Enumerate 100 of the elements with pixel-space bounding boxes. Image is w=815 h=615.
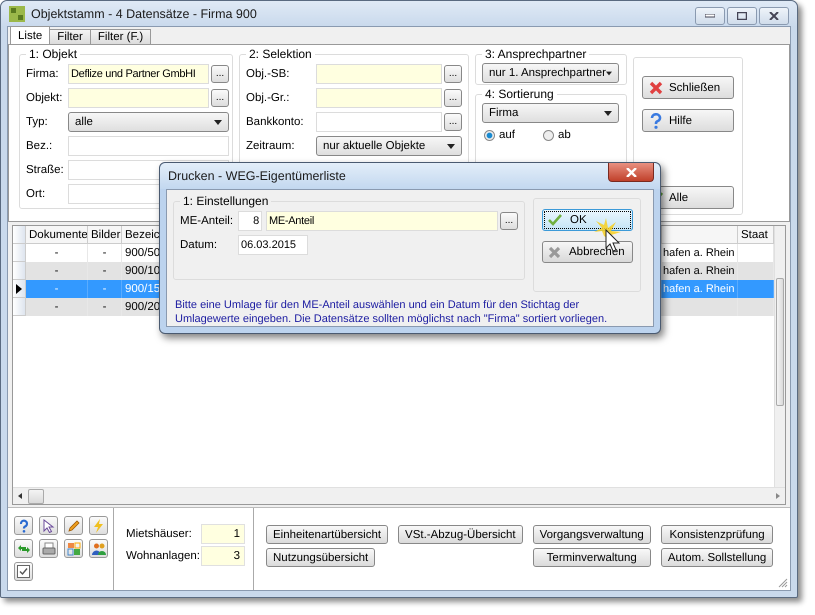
browse-button[interactable]: ...: [211, 65, 229, 83]
check-icon: [548, 214, 562, 226]
report-button[interactable]: Nutzungsübersicht: [266, 548, 376, 567]
row-header[interactable]: [13, 280, 26, 298]
browse-button[interactable]: ...: [444, 89, 462, 107]
people-button[interactable]: [89, 539, 108, 558]
help-button[interactable]: Hilfe: [642, 109, 734, 132]
report-button[interactable]: Terminverwaltung: [532, 548, 651, 567]
scroll-left-icon: [18, 493, 22, 499]
input-field[interactable]: Deflize und Partner GmbHI: [68, 64, 209, 84]
report-button[interactable]: Vorgangsverwaltung: [532, 525, 651, 544]
dialog-title: Drucken - WEG-Eigentümerliste: [168, 169, 347, 183]
field-label: Datum:: [180, 239, 218, 251]
field-label: Bez.:: [26, 140, 54, 152]
maximize-button[interactable]: [727, 7, 757, 25]
number-field[interactable]: 8: [238, 211, 262, 231]
caret-icon: [606, 70, 612, 76]
table-cell: hafen a. Rhein: [663, 283, 735, 295]
input-field[interactable]: [316, 112, 442, 132]
printer-icon: [42, 542, 56, 556]
tab[interactable]: Filter (F.): [90, 29, 152, 44]
column-header[interactable]: [662, 226, 738, 244]
group-title: 2: Selektion: [248, 47, 313, 61]
input-field[interactable]: [68, 88, 209, 108]
cross-icon: [548, 246, 561, 258]
table-cell: -: [102, 301, 106, 313]
horizontal-scrollbar[interactable]: [13, 487, 785, 504]
sort-radio[interactable]: auf: [484, 129, 515, 141]
table-cell: -: [102, 247, 106, 259]
column-header[interactable]: Bilder: [88, 226, 122, 244]
pencil-icon: [66, 518, 80, 532]
layout-button[interactable]: [64, 539, 83, 558]
help-button[interactable]: [14, 516, 33, 535]
table-cell: -: [54, 247, 58, 259]
table-cell: -: [54, 283, 58, 295]
browse-button[interactable]: ...: [211, 89, 229, 107]
field-label: Typ:: [26, 116, 49, 128]
cancel-button[interactable]: Abbrechen: [542, 241, 633, 263]
browse-button[interactable]: ...: [444, 113, 462, 131]
dropdown[interactable]: alle: [68, 112, 229, 132]
input-field[interactable]: [316, 64, 442, 84]
checkbox-icon: [17, 565, 30, 578]
close-button[interactable]: [759, 7, 789, 25]
table-cell: hafen a. Rhein: [663, 247, 735, 259]
pencil-button[interactable]: [64, 516, 83, 535]
close-button[interactable]: [608, 163, 654, 182]
lightning-button[interactable]: [89, 516, 108, 535]
browse-button[interactable]: ...: [444, 65, 462, 83]
date-field[interactable]: 06.03.2015: [238, 235, 308, 255]
caret-icon: [604, 110, 612, 116]
group-title: 1: Objekt: [28, 47, 78, 61]
checkbox-button[interactable]: [14, 562, 33, 581]
table-cell: 900/10: [125, 265, 160, 277]
table-cell: 900/50: [125, 247, 160, 259]
input-field[interactable]: [68, 136, 229, 156]
input-field[interactable]: [316, 88, 442, 108]
input-field[interactable]: ME-Anteil: [266, 211, 498, 231]
scroll-thumb[interactable]: [28, 488, 44, 504]
close-button[interactable]: Schließen: [642, 76, 734, 99]
field-label: Obj.-Gr.:: [246, 92, 290, 104]
field-label: ME-Anteil:: [180, 215, 234, 227]
column-header[interactable]: Staat: [738, 226, 774, 244]
minimize-button[interactable]: [695, 7, 725, 25]
scroll-thumb[interactable]: [776, 278, 784, 406]
report-button[interactable]: VSt.-Abzug-Übersicht: [398, 525, 523, 544]
close-icon: [626, 168, 636, 176]
field-label: Zeitraum:: [246, 140, 296, 152]
tab[interactable]: Filter: [49, 29, 91, 44]
table-cell: hafen a. Rhein: [663, 265, 735, 277]
group-title: 1: Einstellungen: [182, 194, 270, 208]
ok-button[interactable]: OK: [542, 209, 633, 231]
count-value: 1: [201, 524, 245, 544]
dropdown[interactable]: nur aktuelle Objekte: [316, 136, 462, 156]
dropdown[interactable]: nur 1. Ansprechpartner: [482, 63, 619, 83]
pointer-button[interactable]: [39, 516, 58, 535]
report-button[interactable]: Autom. Sollstellung: [660, 548, 774, 567]
help-icon: [649, 112, 663, 128]
lightning-icon: [92, 518, 104, 532]
sort-radio[interactable]: ab: [543, 129, 571, 141]
vertical-scrollbar[interactable]: [774, 226, 785, 487]
count-label: Wohnanlagen:: [126, 550, 200, 562]
people-icon: [92, 542, 106, 556]
tab[interactable]: Liste: [10, 26, 50, 44]
app-icon: [9, 6, 25, 22]
caret-icon: [214, 120, 222, 124]
window-title: Objektstamm - 4 Datensätze - Firma 900: [31, 6, 258, 20]
table-cell: -: [54, 301, 58, 313]
refresh-button[interactable]: [14, 539, 33, 558]
report-button[interactable]: Einheitenartübersicht: [266, 525, 388, 544]
group-title: 4: Sortierung: [484, 87, 555, 101]
field-label: Bankkonto:: [246, 116, 305, 128]
report-button[interactable]: Konsistenzprüfung: [660, 525, 774, 544]
field-label: Obj.-SB:: [246, 68, 290, 80]
dropdown[interactable]: Firma: [482, 103, 619, 123]
layout-icon: [66, 542, 80, 556]
maximize-icon: [737, 12, 747, 20]
printer-button[interactable]: [39, 539, 58, 558]
column-header[interactable]: Dokumente: [26, 226, 88, 244]
row-header: [13, 226, 26, 244]
browse-button[interactable]: ...: [500, 212, 518, 230]
